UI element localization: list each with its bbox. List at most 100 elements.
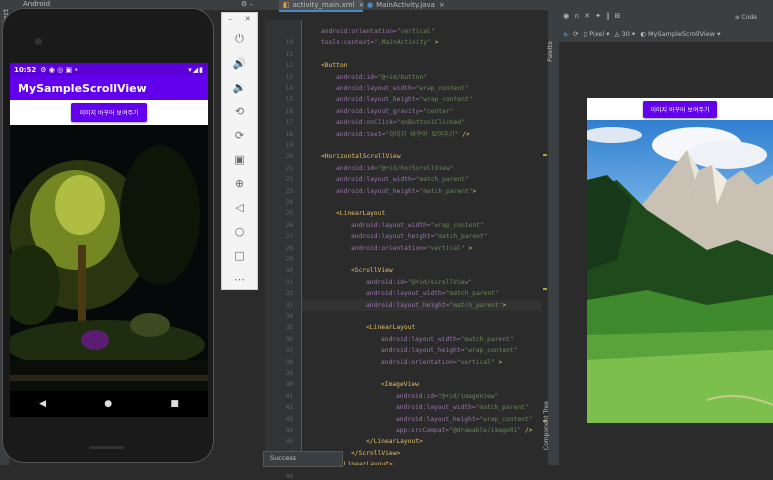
preview-show-image-button[interactable]: 이미지 바꾸어 보여주기: [643, 100, 717, 118]
code-line: android:layout_height="match_parent": [351, 231, 487, 242]
design-options-row: ◈ ⟳ ▯ Pixel ▾ ◬ 30 ▾ ◐ MySampleScrollVie…: [563, 30, 720, 38]
power-icon[interactable]: ⏻: [222, 27, 257, 51]
overview-icon[interactable]: □: [222, 243, 257, 267]
volume-up-icon[interactable]: 🔊: [222, 51, 257, 75]
code-token: <HorizontalScrollView: [321, 153, 401, 161]
emulator-screen[interactable]: 10:52 ⚙ ◉ ◎ ▣ • ▾◢▮ MySampleScrollView 이…: [10, 63, 208, 391]
line-number-gutter: 10 11 12 13 14 15 16 17 18 19 20 21 22 23 24 25 26 27 28 29…: [265, 20, 302, 480]
code-token: "center": [423, 107, 454, 115]
volume-down-icon[interactable]: 🔉: [222, 75, 257, 99]
code-token: />: [458, 130, 470, 138]
close-tab-icon[interactable]: ×: [439, 1, 445, 9]
api-dropdown[interactable]: ◬ 30 ▾: [615, 30, 636, 38]
orientation-icon[interactable]: ⟳: [573, 30, 578, 38]
status-time: 10:52: [14, 65, 37, 74]
layout-preview[interactable]: 이미지 바꾸어 보여주기: [587, 98, 773, 423]
code-token: >: [502, 301, 507, 309]
rotate-right-icon[interactable]: ⟳: [222, 123, 257, 147]
code-line: <Button: [321, 60, 348, 71]
code-token: >: [472, 187, 477, 195]
code-token: "@+id/button": [377, 73, 427, 81]
clear-constraints-icon[interactable]: ✕: [584, 12, 590, 20]
code-token: android:id=: [396, 392, 438, 400]
recents-nav-icon[interactable]: ■: [170, 399, 179, 409]
code-line: </ScrollView>: [351, 448, 400, 459]
code-line: android:layout_height="wrap_content": [396, 414, 532, 425]
zoom-icon[interactable]: ⊕: [222, 171, 257, 195]
device-dropdown[interactable]: ▯ Pixel ▾: [583, 30, 609, 38]
code-token: "match_parent": [434, 233, 488, 241]
palette-tab[interactable]: Palette: [547, 41, 554, 62]
code-line: <ImageView: [381, 379, 419, 390]
line-number: 27: [285, 233, 293, 241]
code-token: >: [494, 358, 503, 366]
line-number: 17: [285, 119, 293, 127]
status-signal-icons: ▾◢▮: [188, 65, 204, 74]
code-line: android:layout_gravity="center": [336, 106, 454, 117]
phone-speaker: [89, 446, 124, 449]
tab-main-activity[interactable]: ● MainActivity.java ×: [363, 0, 457, 10]
line-number: 29: [285, 256, 293, 263]
margin-icon[interactable]: ‖: [606, 12, 610, 20]
status-notification-icons: ⚙ ◉ ◎ ▣ •: [40, 65, 79, 74]
code-token: android:layout_height=: [336, 96, 420, 104]
back-nav-icon[interactable]: ◀: [39, 399, 46, 409]
code-token: >: [464, 244, 473, 252]
code-token: "wrap_content": [464, 347, 518, 355]
more-icon[interactable]: ⋯: [222, 267, 257, 291]
status-bar: 10:52 ⚙ ◉ ◎ ▣ • ▾◢▮: [10, 63, 208, 76]
line-number: 16: [285, 107, 293, 115]
align-icon[interactable]: ⊞: [614, 12, 620, 20]
line-number: 36: [285, 335, 293, 343]
code-token: android:layout_height=: [351, 233, 435, 241]
camera-screenshot-icon[interactable]: ▣: [222, 147, 257, 171]
scroll-marker: [543, 154, 547, 156]
line-number: 40: [285, 381, 293, 389]
home-nav-icon[interactable]: ●: [104, 399, 112, 409]
eye-icon[interactable]: ◉: [563, 12, 569, 20]
code-editor[interactable]: android:orientation="vertical" tools:cont…: [302, 20, 542, 465]
code-view-tab[interactable]: ≡ Code: [735, 14, 757, 21]
line-number: 33: [285, 301, 293, 309]
code-token: "wrap_content": [479, 415, 533, 423]
theme-dropdown[interactable]: ◐ MySampleScrollView ▾: [640, 30, 720, 38]
tab-activity-main[interactable]: ◧ activity_main.xml ×: [279, 0, 364, 12]
tab-main-activity-label: MainActivity.java: [376, 1, 435, 9]
show-image-button[interactable]: 이미지 바꾸어 보여주기: [71, 103, 147, 122]
line-number: 13: [285, 73, 293, 81]
line-number: 21: [285, 164, 293, 172]
code-view-label: Code: [741, 14, 757, 21]
code-token: android:layout_height=: [366, 301, 450, 309]
line-number: 39: [285, 370, 293, 377]
component-tree-tab[interactable]: Component Tree: [543, 401, 550, 450]
layers-icon[interactable]: ◈: [563, 30, 568, 38]
code-token: android:id=: [366, 278, 408, 286]
code-token: android:layout_gravity=: [336, 107, 424, 115]
code-token: ".MainActivity": [374, 39, 431, 47]
close-icon[interactable]: ✕: [245, 15, 251, 27]
code-line: </LinearLayout>: [366, 436, 423, 447]
code-token: <LinearLayout: [366, 324, 416, 332]
line-number: 45: [285, 438, 293, 446]
minimize-icon[interactable]: –: [228, 15, 232, 27]
code-token: android:layout_width=: [366, 290, 446, 298]
app-title: MySampleScrollView: [18, 81, 147, 95]
home-icon[interactable]: ○: [222, 219, 257, 243]
android-view-dropdown[interactable]: Android: [23, 0, 50, 8]
back-icon[interactable]: ◁: [222, 195, 257, 219]
code-line: android:layout_width="match_parent": [336, 174, 469, 185]
infer-constraints-icon[interactable]: ✦: [595, 12, 601, 20]
design-toolbar: ≡ Code ◈ ⟳ ▯ Pixel ▾ ◬ 30 ▾ ◐ MySampleSc…: [559, 10, 773, 43]
code-line: <LinearLayout: [336, 208, 385, 219]
code-token: "match_parent": [419, 187, 473, 195]
code-token: android:orientation=: [321, 28, 397, 35]
code-token: android:layout_width=: [381, 335, 461, 343]
rotate-left-icon[interactable]: ⟲: [222, 99, 257, 123]
scroll-marker: [543, 288, 547, 290]
code-line: android:layout_height="wrap_content": [381, 345, 517, 356]
line-number: 12: [285, 62, 293, 70]
gear-icon[interactable]: ⚙ –: [241, 0, 253, 8]
magnet-icon[interactable]: ∩: [574, 12, 579, 20]
code-token: android:layout_width=: [396, 404, 476, 412]
line-number: 23: [285, 187, 293, 195]
